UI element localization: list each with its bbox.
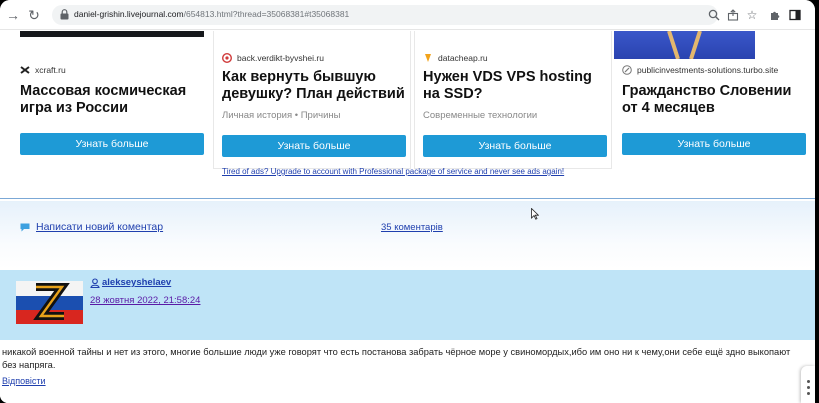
user-icon: [90, 277, 100, 288]
add-comment-link[interactable]: Написати новий коментар: [20, 221, 163, 233]
mouse-cursor-icon: [531, 208, 539, 220]
zoom-icon[interactable]: [706, 6, 722, 24]
learn-more-button[interactable]: Узнать больше: [222, 135, 406, 157]
ad-subtitle: Современные технологии: [423, 110, 538, 121]
browser-toolbar: → ↻ daniel-grishin.livejournal.com/65481…: [0, 0, 815, 30]
learn-more-button[interactable]: Узнать больше: [20, 133, 204, 155]
ad-card[interactable]: datacheap.ru Нужен VDS VPS hosting на SS…: [414, 31, 612, 169]
ad-subtitle: Личная история • Причины: [222, 110, 341, 121]
comment-body: никакой военной тайны и нет из этого, мн…: [2, 347, 791, 370]
address-bar[interactable]: daniel-grishin.livejournal.com/654813.ht…: [52, 5, 718, 25]
comment-date-link[interactable]: 28 жовтня 2022, 21:58:24: [90, 295, 200, 306]
browser-window: → ↻ daniel-grishin.livejournal.com/65481…: [0, 0, 815, 403]
reload-icon[interactable]: ↻: [25, 6, 43, 24]
page-content: xcraft.ru Массовая космическая игра из Р…: [0, 31, 815, 403]
ad-image: [614, 31, 755, 60]
comment-author-link[interactable]: alekseyshelaev: [90, 277, 171, 288]
reply-link[interactable]: Відповісти: [2, 376, 46, 386]
more-options-icon: [807, 380, 810, 398]
ad-source: xcraft.ru: [20, 65, 66, 75]
ad-block: xcraft.ru Массовая космическая игра из Р…: [0, 31, 815, 199]
turbo-logo-icon: [622, 65, 632, 75]
comment-bubble-icon: [20, 223, 30, 231]
ad-card[interactable]: back.verdikt-byvshei.ru Как вернуть бывш…: [213, 31, 411, 169]
ad-image: [20, 31, 204, 37]
datacheap-logo-icon: [425, 54, 431, 62]
comments-toolbar: [0, 201, 815, 269]
ad-card[interactable]: publicinvestments-solutions.turbo.site Г…: [614, 31, 806, 169]
lock-icon: [60, 9, 69, 20]
ad-title[interactable]: Массовая космическая игра из России: [20, 83, 204, 117]
ad-title[interactable]: Нужен VDS VPS hosting на SSD?: [423, 69, 608, 103]
ad-title[interactable]: Как вернуть бывшую девушку? План действи…: [222, 69, 407, 103]
star-icon[interactable]: ☆: [744, 6, 760, 24]
url-text: daniel-grishin.livejournal.com/654813.ht…: [74, 9, 350, 19]
share-icon[interactable]: [725, 6, 741, 24]
ad-title[interactable]: Гражданство Словении от 4 месяцев: [622, 83, 804, 117]
ad-card[interactable]: xcraft.ru Массовая космическая игра из Р…: [20, 31, 205, 169]
avatar[interactable]: [16, 281, 83, 324]
learn-more-button[interactable]: Узнать больше: [622, 133, 806, 155]
xcraft-logo-icon: [20, 66, 30, 74]
ad-upgrade-link[interactable]: Tired of ads? Upgrade to account with Pr…: [222, 167, 564, 176]
ad-photo: [667, 31, 702, 60]
side-panel-icon[interactable]: [787, 6, 803, 24]
learn-more-button[interactable]: Узнать больше: [423, 135, 607, 157]
ad-source: publicinvestments-solutions.turbo.site: [622, 65, 778, 75]
back-arrow-icon[interactable]: →: [4, 6, 22, 24]
comment-count-link[interactable]: 35 коментарів: [381, 222, 443, 233]
puzzle-icon[interactable]: [767, 6, 783, 24]
verdikt-logo-icon: [222, 53, 232, 63]
ad-source: back.verdikt-byvshei.ru: [222, 53, 324, 63]
russian-flag-z-image: [16, 281, 83, 324]
side-menu-handle[interactable]: [801, 366, 815, 403]
ad-source: datacheap.ru: [423, 53, 488, 63]
